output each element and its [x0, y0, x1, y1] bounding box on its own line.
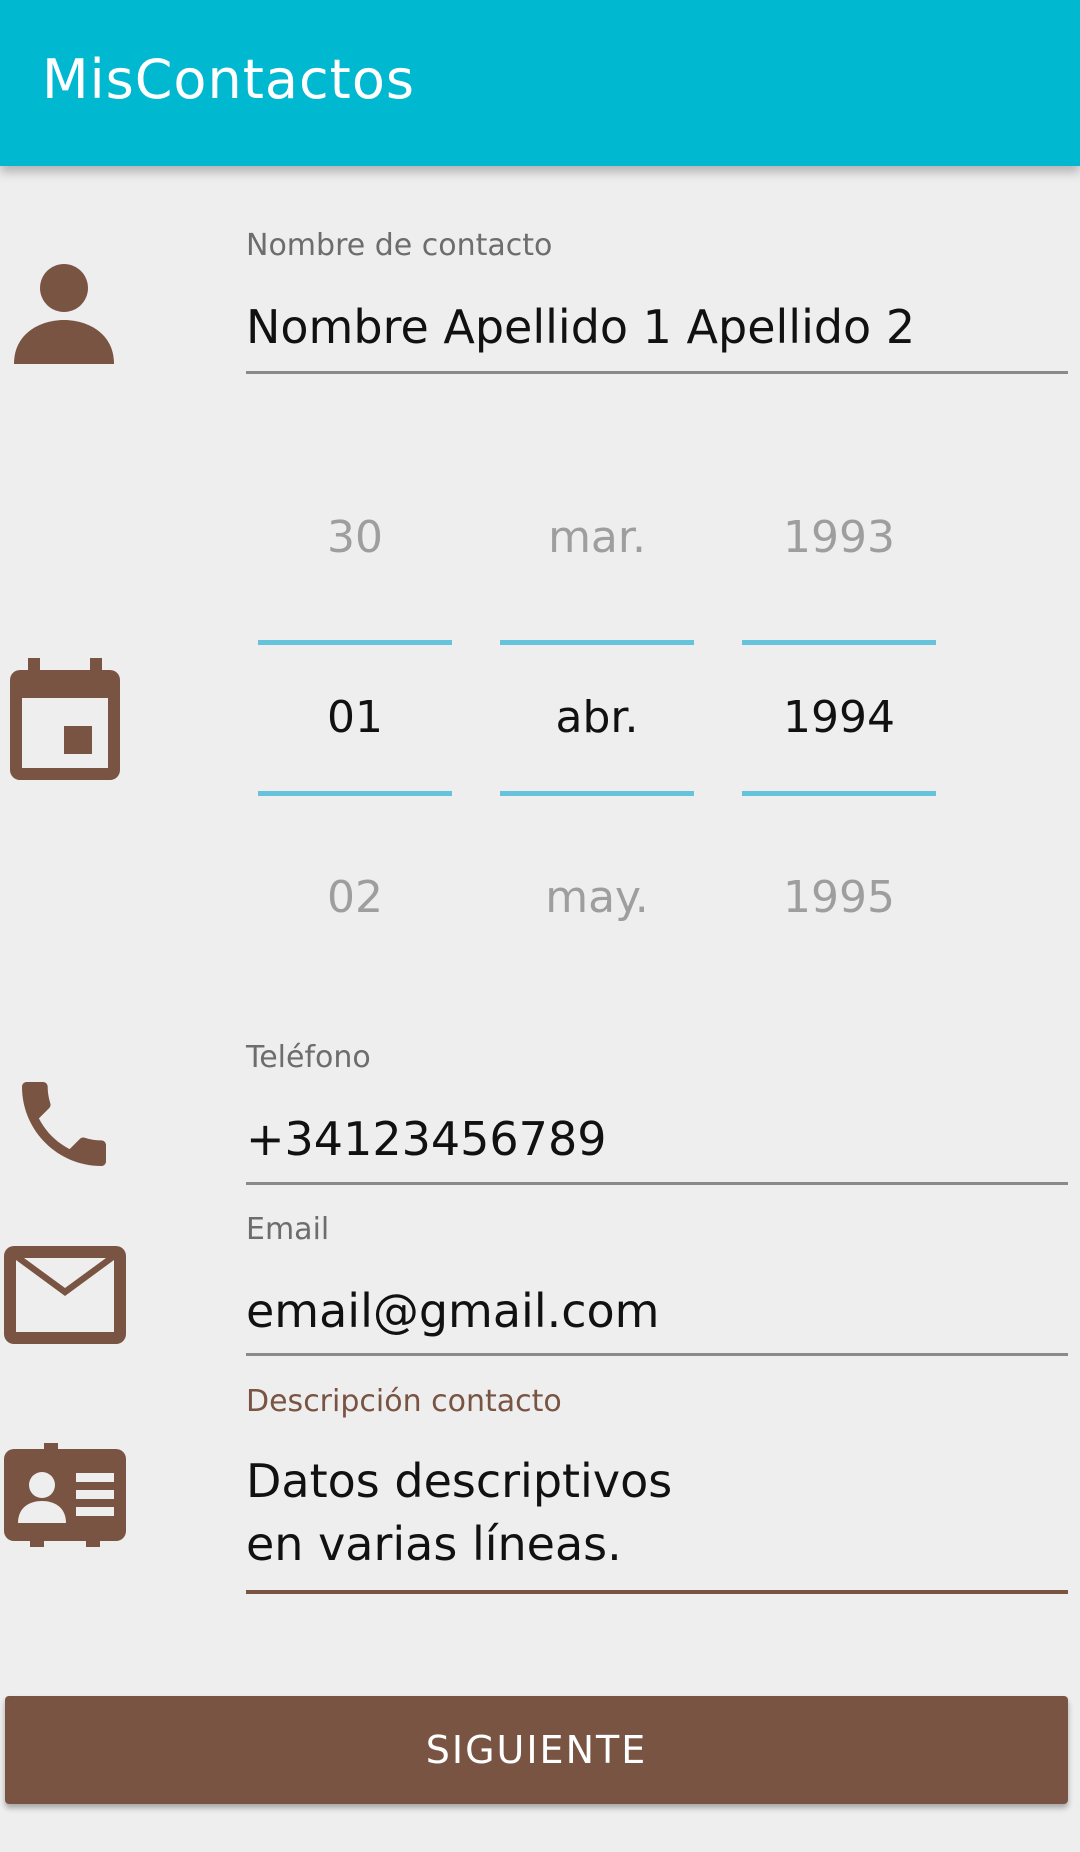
year-selected[interactable]: 1994 — [742, 692, 936, 743]
email-icon — [4, 1246, 126, 1344]
day-picker-top-divider — [258, 640, 452, 645]
phone-icon — [22, 1082, 106, 1166]
month-picker-bottom-divider — [500, 791, 694, 796]
year-picker-bottom-divider — [742, 791, 936, 796]
calendar-icon — [10, 658, 120, 780]
month-picker[interactable]: mar. abr. may. — [500, 500, 694, 960]
phone-input-underline — [246, 1182, 1068, 1185]
day-picker[interactable]: 30 01 02 — [258, 500, 452, 960]
name-input[interactable]: Nombre Apellido 1 Apellido 2 — [246, 296, 915, 359]
month-picker-top-divider — [500, 640, 694, 645]
app-title: MisContactos — [42, 48, 415, 111]
app-bar: MisContactos — [0, 0, 1080, 166]
year-next[interactable]: 1995 — [742, 872, 936, 923]
day-selected[interactable]: 01 — [258, 692, 452, 743]
day-next[interactable]: 02 — [258, 872, 452, 923]
month-next[interactable]: may. — [500, 872, 694, 923]
year-picker-top-divider — [742, 640, 936, 645]
description-input-underline — [246, 1590, 1068, 1594]
phone-input[interactable]: +34123456789 — [246, 1108, 606, 1171]
month-prev[interactable]: mar. — [500, 512, 694, 563]
day-prev[interactable]: 30 — [258, 512, 452, 563]
name-field-label: Nombre de contacto — [246, 228, 553, 263]
year-picker[interactable]: 1993 1994 1995 — [742, 500, 936, 960]
contact-card-icon — [4, 1443, 126, 1547]
email-input[interactable]: email@gmail.com — [246, 1280, 659, 1343]
email-input-underline — [246, 1353, 1068, 1356]
description-field-label: Descripción contacto — [246, 1384, 562, 1419]
year-prev[interactable]: 1993 — [742, 512, 936, 563]
description-input[interactable]: Datos descriptivos en varias líneas. — [246, 1450, 672, 1576]
month-selected[interactable]: abr. — [500, 692, 694, 743]
email-field-label: Email — [246, 1212, 330, 1247]
app-screen: MisContactos Nombre de contacto Nombre A… — [0, 0, 1080, 1852]
day-picker-bottom-divider — [258, 791, 452, 796]
name-input-underline — [246, 371, 1068, 374]
phone-field-label: Teléfono — [246, 1040, 371, 1075]
next-button[interactable]: SIGUIENTE — [5, 1696, 1068, 1804]
person-icon — [14, 264, 114, 364]
